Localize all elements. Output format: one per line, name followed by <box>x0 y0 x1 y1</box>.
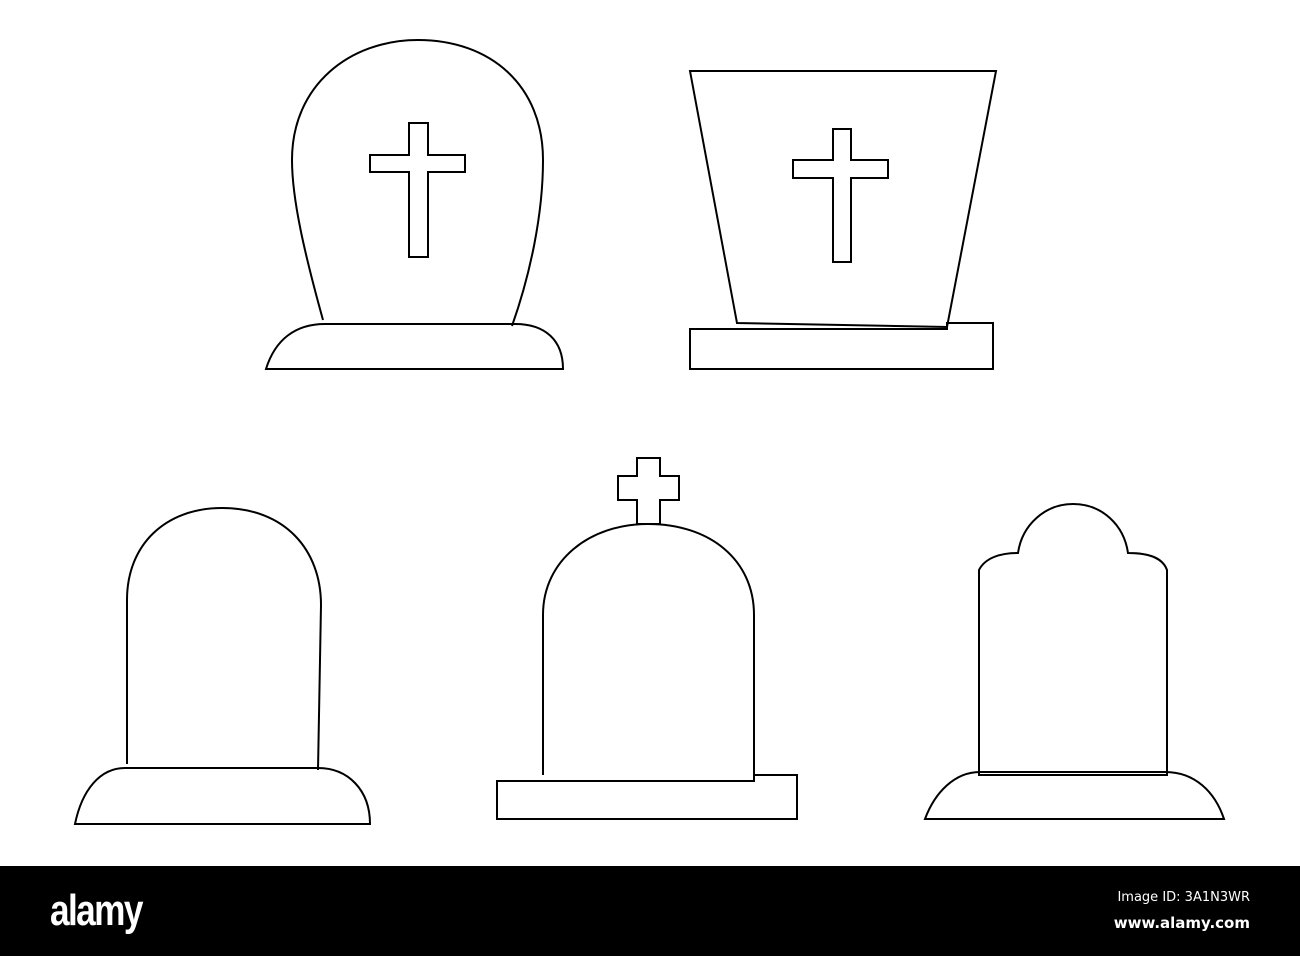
image-id: Image ID: 3A1N3WR <box>1117 890 1250 905</box>
tombstone-arched <box>73 506 372 825</box>
alamy-logo: alamy <box>50 886 143 935</box>
headstone <box>978 502 1168 776</box>
cross-icon <box>369 122 466 258</box>
base <box>923 771 1226 820</box>
base <box>496 774 798 820</box>
base <box>689 322 994 370</box>
headstone <box>290 38 545 327</box>
base <box>264 323 565 370</box>
tombstones-illustration <box>73 38 1226 825</box>
headstone <box>126 506 323 771</box>
tombstone-trapezoid-cross <box>688 70 998 370</box>
cross-icon <box>617 457 680 525</box>
base <box>73 767 372 825</box>
tombstone-bumped <box>923 502 1226 820</box>
tombstone-dome-cross <box>496 457 798 820</box>
tombstone-rounded-cross <box>264 38 565 370</box>
cross-icon <box>792 128 889 263</box>
headstone <box>542 522 755 782</box>
watermark-bar: alamy Image ID: 3A1N3WR www.alamy.com <box>0 866 1300 956</box>
website-url: www.alamy.com <box>1113 914 1250 932</box>
headstone <box>688 70 998 329</box>
